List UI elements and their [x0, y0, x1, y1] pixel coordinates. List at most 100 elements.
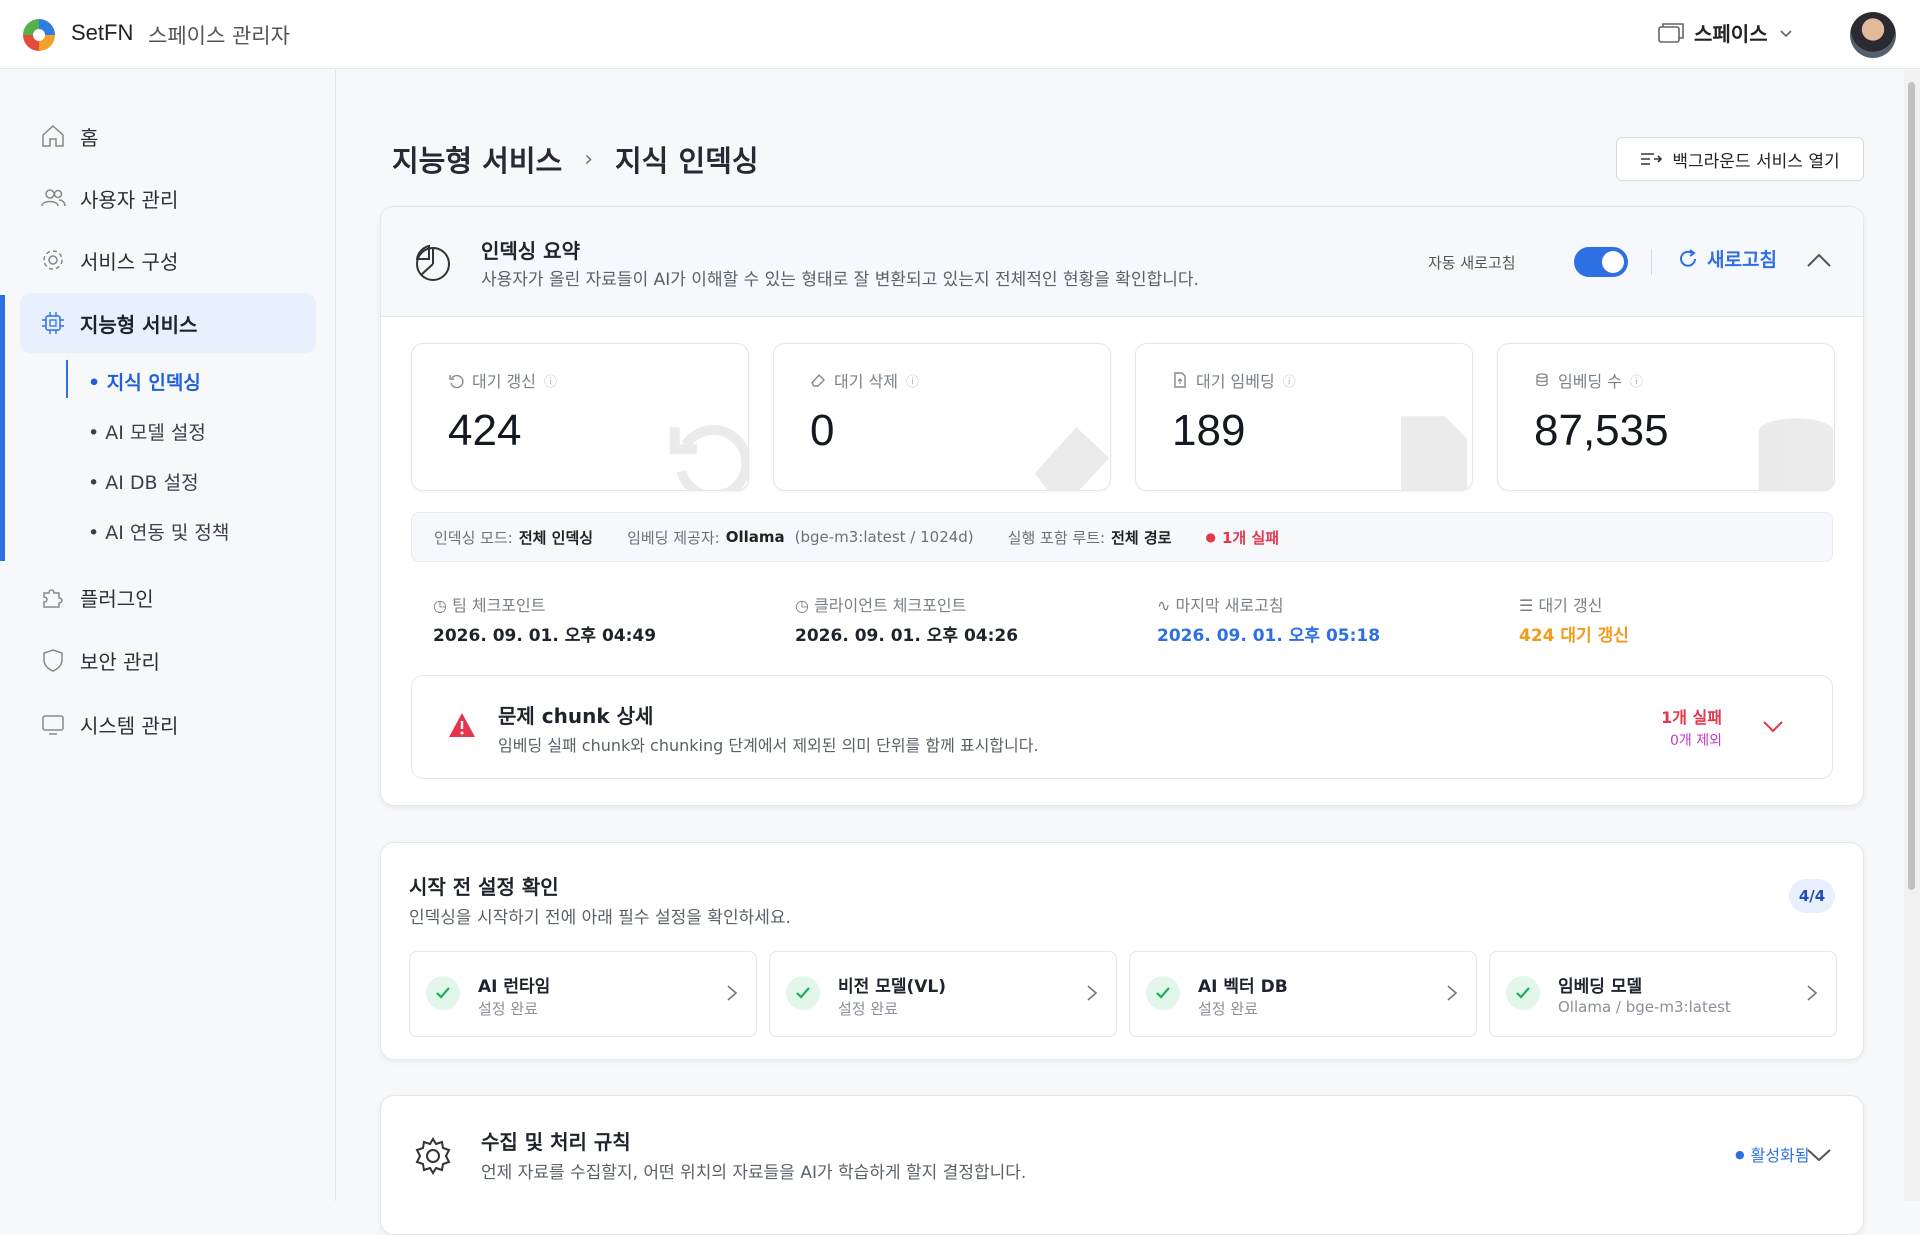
sidebar-item-security[interactable]: 보안 관리 [20, 630, 316, 690]
file-upload-icon [1174, 372, 1186, 388]
active-indicator [0, 295, 5, 561]
chip-icon [42, 312, 64, 334]
refresh-button[interactable]: 새로고침 [1677, 245, 1777, 272]
chunk-fail-count: 1개 실패 [1661, 708, 1722, 727]
summary-description: 사용자가 올린 자료들이 AI가 이해할 수 있는 형태로 잘 변환되고 있는지… [481, 270, 1199, 290]
root-label: 실행 포함 루트: [1007, 528, 1106, 547]
stat-label: 임베딩 수 [1558, 372, 1622, 391]
undo-icon [449, 374, 464, 388]
refresh-icon [1680, 248, 1696, 267]
stat-pending-update: 대기 갱신 ⓘ 424 [411, 343, 749, 491]
window-stack-icon [1658, 22, 1684, 43]
status-dot-icon: ● [1735, 1147, 1745, 1161]
checkpoint-value: 2026. 09. 01. 오후 04:26 [795, 626, 1019, 646]
rules-status: ● 활성화됨 [1735, 1142, 1810, 1166]
stat-label: 대기 임베딩 [1196, 372, 1275, 391]
eraser-watermark-icon [1034, 427, 1110, 490]
activity-icon: ∿ [1157, 596, 1171, 615]
chunk-excluded-count: 0개 제외 [1670, 733, 1722, 749]
sidebar-item-label: 시스템 관리 [80, 713, 179, 738]
indexing-summary-card: 인덱싱 요약 사용자가 올린 자료들이 AI가 이해할 수 있는 형태로 잘 변… [380, 206, 1864, 806]
page-title: 지식 인덱싱 [615, 144, 759, 178]
scrollbar[interactable] [1904, 70, 1920, 1201]
check-embedding-model[interactable]: 임베딩 모델 Ollama / bge-m3:latest [1489, 951, 1837, 1037]
sidebar-item-intelligent-service[interactable]: 지능형 서비스 [20, 293, 316, 353]
stat-embedding-count: 임베딩 수 ⓘ 87,535 [1497, 343, 1835, 491]
scrollbar-thumb[interactable] [1908, 82, 1915, 890]
file-watermark-icon [1401, 416, 1467, 490]
check-status: 설정 완료 [1198, 1000, 1258, 1018]
chunk-description: 임베딩 실패 chunk와 chunking 단계에서 제외된 의미 단위를 함… [498, 736, 1039, 755]
user-avatar[interactable] [1850, 12, 1896, 58]
check-status: 설정 완료 [838, 1000, 898, 1018]
space-selector[interactable]: 스페이스 [1658, 18, 1794, 47]
home-icon [42, 124, 64, 147]
fail-count: 1개 실패 [1221, 528, 1280, 547]
sidebar-item-plugins[interactable]: 플러그인 [20, 567, 316, 627]
summary-header: 인덱싱 요약 사용자가 올린 자료들이 AI가 이해할 수 있는 형태로 잘 변… [381, 207, 1863, 317]
sidebar-item-label: 보안 관리 [80, 649, 160, 674]
setfn-logo[interactable] [22, 18, 56, 52]
check-ai-runtime[interactable]: AI 런타임 설정 완료 [409, 951, 757, 1037]
checkpoint-label: ∿ 마지막 새로고침 [1157, 592, 1284, 616]
subitem-label: 지식 인덱싱 [106, 372, 201, 394]
auto-refresh-toggle[interactable] [1574, 247, 1628, 277]
check-vision-model[interactable]: 비전 모델(VL) 설정 완료 [769, 951, 1117, 1037]
provider-detail: (bge-m3:latest / 1024d) [794, 528, 974, 546]
collection-rules-card[interactable]: 수집 및 처리 규칙 언제 자료를 수집할지, 어떤 위치의 자료들을 AI가 … [380, 1095, 1864, 1235]
precheck-title: 시작 전 설정 확인 [409, 875, 559, 899]
shield-icon [43, 649, 63, 672]
list-arrow-icon [1641, 153, 1663, 165]
sub-active-line [66, 360, 68, 398]
divider [1651, 249, 1652, 275]
chevron-down-icon[interactable] [1806, 1146, 1832, 1164]
refresh-label: 새로고침 [1707, 249, 1777, 271]
check-title: 비전 모델(VL) [838, 977, 947, 997]
checkpoint-label: ◷ 클라이언트 체크포인트 [795, 592, 966, 616]
sidebar-item-users[interactable]: 사용자 관리 [20, 168, 316, 228]
clock-icon: ◷ [795, 596, 809, 615]
checkpoint-value: 2026. 09. 01. 오후 05:18 [1157, 626, 1381, 646]
top-bar: SetFN 스페이스 관리자 스페이스 [0, 0, 1920, 69]
subitem-label: AI 모델 설정 [105, 422, 206, 444]
warning-icon [449, 713, 475, 737]
problem-chunk-panel[interactable]: 문제 chunk 상세 임베딩 실패 chunk와 chunking 단계에서 … [411, 675, 1833, 779]
open-background-service-button[interactable]: 백그라운드 서비스 열기 [1616, 137, 1864, 181]
gear-icon [415, 1137, 451, 1175]
gear-icon [43, 250, 63, 270]
app-subtitle: 스페이스 관리자 [148, 24, 290, 48]
eraser-icon [811, 373, 825, 387]
chevron-right-icon: › [584, 146, 593, 172]
subitem-ai-db[interactable]: • AI DB 설정 [88, 468, 199, 495]
sidebar-item-system[interactable]: 시스템 관리 [20, 694, 316, 754]
breadcrumb-parent[interactable]: 지능형 서비스 [392, 138, 562, 180]
sidebar-item-home[interactable]: 홈 [20, 106, 316, 166]
chevron-right-icon [727, 985, 738, 1001]
sidebar-item-label: 홈 [80, 125, 99, 150]
pie-chart-icon [415, 244, 450, 281]
info-icon: ⓘ [543, 374, 557, 390]
stat-value: 424 [448, 406, 522, 455]
checkpoint-label: ☰ 대기 갱신 [1519, 592, 1602, 616]
subitem-ai-policy[interactable]: • AI 연동 및 정책 [88, 518, 229, 545]
check-icon [1146, 976, 1180, 1010]
database-icon [1536, 373, 1548, 387]
brand-name[interactable]: SetFN [71, 20, 133, 46]
chevron-up-icon[interactable] [1806, 251, 1832, 271]
subitem-label: AI DB 설정 [105, 472, 199, 494]
provider-label: 임베딩 제공자: [627, 528, 720, 547]
subitem-ai-model[interactable]: • AI 모델 설정 [88, 418, 206, 445]
check-vector-db[interactable]: AI 벡터 DB 설정 완료 [1129, 951, 1477, 1037]
chevron-down-icon[interactable] [1762, 718, 1784, 734]
info-icon: ⓘ [1629, 374, 1643, 390]
subitem-knowledge-indexing[interactable]: • 지식 인덱싱 [88, 368, 201, 395]
sidebar-item-label: 플러그인 [80, 586, 154, 611]
stat-pending-delete: 대기 삭제 ⓘ 0 [773, 343, 1111, 491]
list-icon: ☰ [1519, 596, 1534, 615]
sidebar-item-service-config[interactable]: 서비스 구성 [20, 230, 316, 290]
chevron-right-icon [1447, 985, 1458, 1001]
breadcrumb: 지능형 서비스 › 지식 인덱싱 [392, 138, 759, 180]
check-status: Ollama / bge-m3:latest [1558, 998, 1731, 1016]
checkpoint-value: 424 대기 갱신 [1519, 626, 1629, 646]
info-icon: ⓘ [905, 374, 919, 390]
